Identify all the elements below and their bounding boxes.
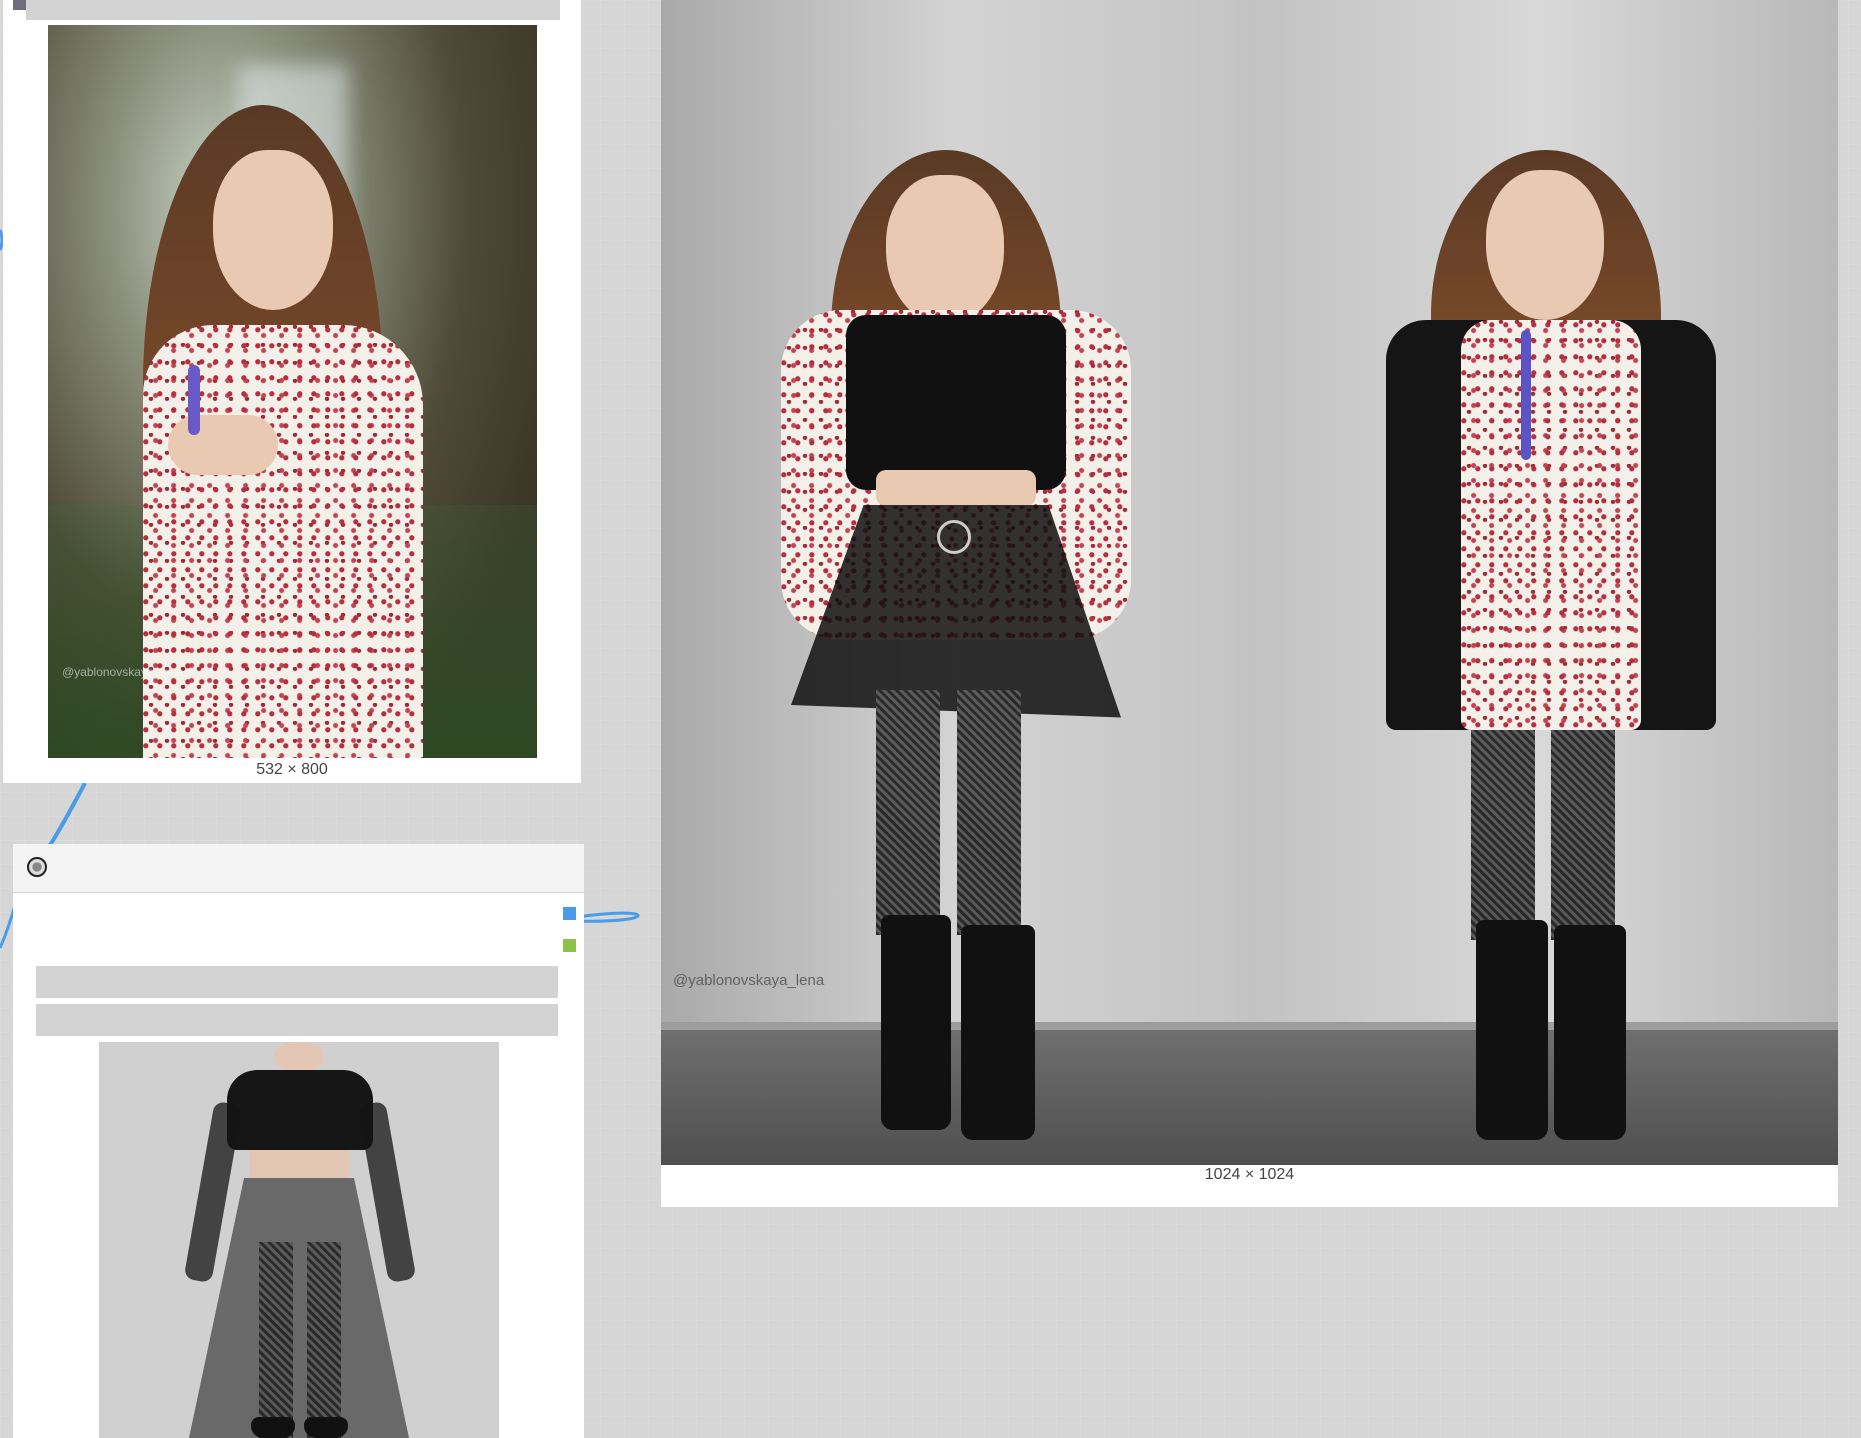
wire-loader-out [577,911,640,923]
reference-image-node[interactable]: @yablonovskaya_lena 532 × 800 [3,0,581,783]
input-field-2[interactable] [36,1004,558,1036]
outfit-image-node[interactable] [13,844,584,1438]
wire-node-link [48,782,87,847]
image-size-label: 532 × 800 [256,761,328,778]
reference-photo: @yablonovskaya_lena [48,25,537,758]
output-port-blue-icon[interactable] [563,907,576,920]
node-collapse-marker[interactable] [13,0,26,10]
chain-belt [937,520,971,554]
image-size-label: 1024 × 1024 [1204,1166,1295,1183]
input-field-1[interactable] [36,966,558,998]
wire-top-left [0,229,4,251]
toggle-icon[interactable] [27,857,47,877]
output-port-green-icon[interactable] [563,939,576,952]
floral-dress [143,325,423,758]
result-image-node[interactable]: @yablonovskaya_lena 1024 × 1024 [661,0,1838,1207]
node-header [13,844,584,893]
node-title-bar [26,0,560,20]
result-image: @yablonovskaya_lena [661,0,1838,1165]
outfit-preview-image [99,1042,499,1438]
photo-watermark: @yablonovskaya_lena [62,665,183,679]
result-watermark: @yablonovskaya_lena [673,972,825,989]
